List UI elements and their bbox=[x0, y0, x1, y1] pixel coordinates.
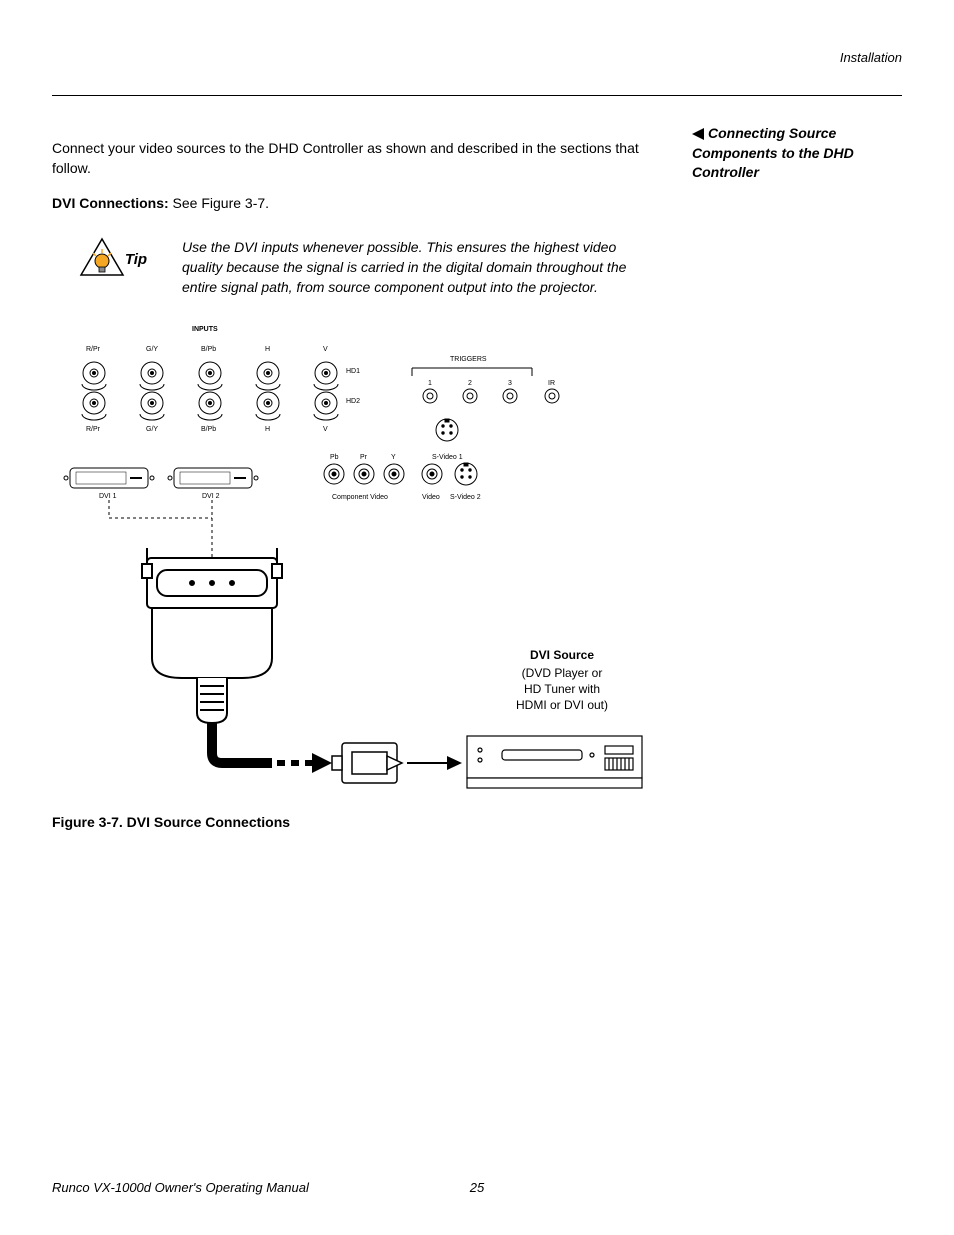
tip-label: Tip bbox=[86, 251, 186, 268]
footer-page: 25 bbox=[470, 1180, 484, 1195]
tip-icon: Tip bbox=[52, 237, 152, 294]
label-bpb-bot: B/Pb bbox=[201, 426, 216, 433]
label-component: Component Video bbox=[332, 494, 388, 501]
label-rpr-top: R/Pr bbox=[86, 346, 100, 353]
label-trig1: 1 bbox=[428, 380, 432, 387]
tip-block: Tip Use the DVI inputs whenever possible… bbox=[52, 237, 652, 298]
figure-3-7-diagram: INPUTS R/Pr G/Y B/Pb H V R/Pr G/Y B/Pb H… bbox=[52, 318, 647, 798]
label-hd1: HD1 bbox=[346, 368, 360, 375]
label-gy-bot: G/Y bbox=[146, 426, 158, 433]
inputs-label: INPUTS bbox=[192, 326, 218, 333]
header-section: Installation bbox=[52, 50, 902, 65]
label-bpb-top: B/Pb bbox=[201, 346, 216, 353]
sidebar-heading: Connecting Source Components to the DHD … bbox=[692, 124, 902, 183]
dvi-heading-line: DVI Connections: See Figure 3-7. bbox=[52, 193, 652, 213]
source-line2: HD Tuner with bbox=[502, 682, 622, 696]
label-dvi1: DVI 1 bbox=[99, 493, 117, 500]
label-v-bot: V bbox=[323, 426, 328, 433]
label-pb: Pb bbox=[330, 454, 339, 461]
label-h-top: H bbox=[265, 346, 270, 353]
label-gy-top: G/Y bbox=[146, 346, 158, 353]
label-trig3: 3 bbox=[508, 380, 512, 387]
dvi-heading: DVI Connections: bbox=[52, 195, 169, 211]
label-triggers: TRIGGERS bbox=[450, 356, 487, 363]
source-line1: (DVD Player or bbox=[502, 666, 622, 680]
label-svideo1: S-Video 1 bbox=[432, 454, 463, 461]
label-v-top: V bbox=[323, 346, 328, 353]
figure-caption: Figure 3-7. DVI Source Connections bbox=[52, 814, 652, 830]
label-ir: IR bbox=[548, 380, 555, 387]
label-y: Y bbox=[391, 454, 396, 461]
intro-text: Connect your video sources to the DHD Co… bbox=[52, 138, 652, 179]
label-hd2: HD2 bbox=[346, 398, 360, 405]
source-title: DVI Source bbox=[502, 648, 622, 662]
footer-manual: Runco VX-1000d Owner's Operating Manual bbox=[52, 1180, 309, 1195]
label-video: Video bbox=[422, 494, 440, 501]
label-rpr-bot: R/Pr bbox=[86, 426, 100, 433]
page-footer: Runco VX-1000d Owner's Operating Manual … bbox=[52, 1180, 902, 1195]
label-svideo2: S-Video 2 bbox=[450, 494, 481, 501]
dvi-ref: See Figure 3-7. bbox=[169, 195, 269, 211]
tip-text: Use the DVI inputs whenever possible. Th… bbox=[182, 237, 652, 298]
label-dvi2: DVI 2 bbox=[202, 493, 220, 500]
header-rule bbox=[52, 95, 902, 96]
label-h-bot: H bbox=[265, 426, 270, 433]
label-trig2: 2 bbox=[468, 380, 472, 387]
arrow-left-icon bbox=[692, 128, 704, 140]
source-line3: HDMI or DVI out) bbox=[502, 698, 622, 712]
label-pr: Pr bbox=[360, 454, 367, 461]
